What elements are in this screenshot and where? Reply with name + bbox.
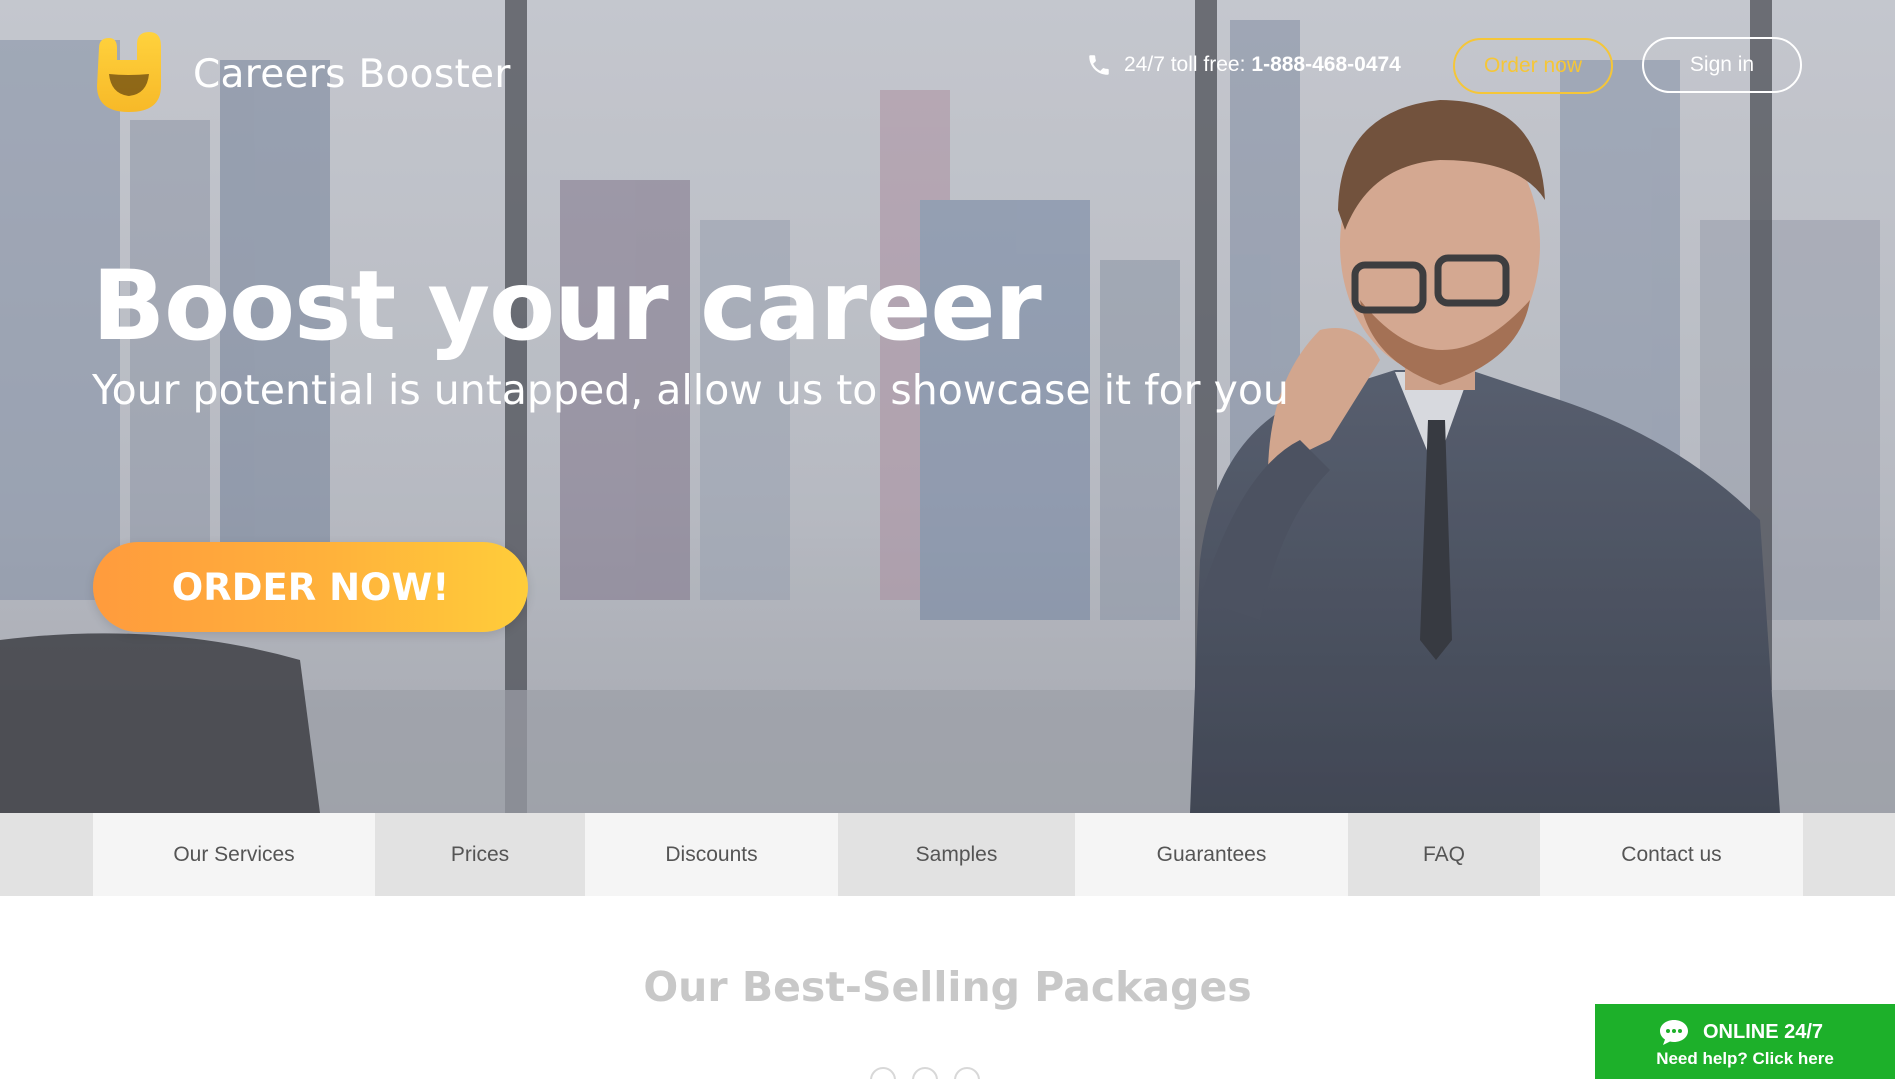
chat-bubble-icon — [1660, 1020, 1688, 1045]
phone-number[interactable]: 1-888-468-0474 — [1251, 53, 1400, 77]
hero-banner: Careers Booster 24/7 toll free: 1-888-46… — [0, 0, 1895, 813]
carousel-dot[interactable] — [954, 1067, 980, 1079]
carousel-dot[interactable] — [870, 1067, 896, 1079]
brand-name[interactable]: Careers Booster — [193, 52, 511, 97]
phone-icon — [1089, 55, 1109, 75]
logo-icon[interactable] — [93, 30, 165, 114]
live-chat-widget[interactable]: ONLINE 24/7 Need help? Click here — [1595, 1004, 1895, 1079]
phone-label: 24/7 toll free: — [1124, 53, 1246, 76]
nav-item-samples[interactable]: Samples — [838, 813, 1075, 896]
nav-item-guarantees[interactable]: Guarantees — [1075, 813, 1348, 896]
chat-title: ONLINE 24/7 — [1703, 1020, 1824, 1043]
nav-item-our-services[interactable]: Our Services — [93, 813, 375, 896]
order-now-cta-button[interactable]: ORDER NOW! — [93, 542, 528, 632]
sign-in-button[interactable]: Sign in — [1642, 37, 1802, 93]
hero-title: Boost your career — [92, 250, 1042, 362]
order-now-button[interactable]: Order now — [1453, 38, 1613, 94]
nav-item-prices[interactable]: Prices — [375, 813, 585, 896]
main-nav: Our Services Prices Discounts Samples Gu… — [0, 813, 1895, 896]
carousel-dot[interactable] — [912, 1067, 938, 1079]
phone-info: 24/7 toll free: 1-888-468-0474 — [1086, 52, 1401, 78]
chat-subtitle: Need help? Click here — [1656, 1049, 1834, 1068]
nav-item-contact-us[interactable]: Contact us — [1540, 813, 1803, 896]
nav-item-discounts[interactable]: Discounts — [585, 813, 838, 896]
carousel-dots — [870, 1067, 1020, 1079]
hero-subtitle: Your potential is untapped, allow us to … — [92, 366, 1289, 414]
nav-item-faq[interactable]: FAQ — [1348, 813, 1540, 896]
chat-header: ONLINE 24/7 — [1659, 1018, 1823, 1046]
